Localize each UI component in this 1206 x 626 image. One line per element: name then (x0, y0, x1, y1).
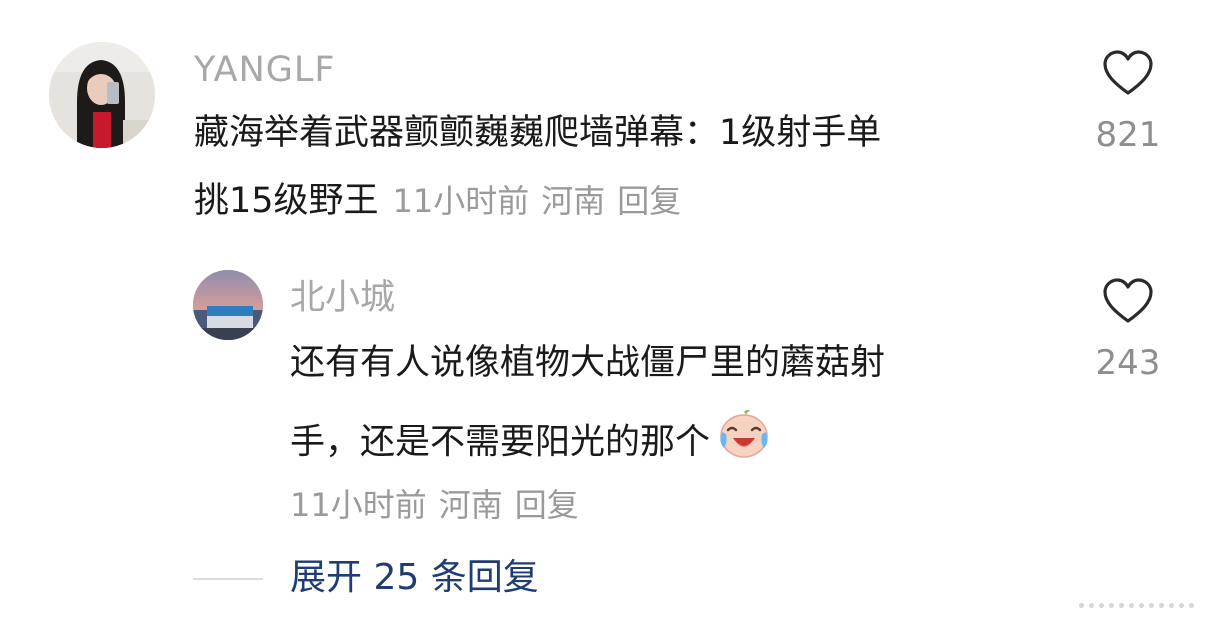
watermark-dots (1079, 603, 1194, 608)
like-button[interactable] (1102, 50, 1154, 96)
comment-text-line: 手，还是不需要阳光的那个 (290, 422, 711, 463)
like-count: 243 (1095, 343, 1161, 383)
comment-time: 11小时前 (290, 486, 427, 524)
comment-text-line: 藏海举着武器颤颤巍巍爬墙弹幕：1级射手单 (194, 113, 882, 153)
user-avatar[interactable] (49, 42, 155, 148)
laughing-tears-emoji (716, 408, 772, 467)
heart-outline-icon (1103, 50, 1153, 95)
username[interactable]: YANGLF (194, 53, 336, 88)
comment-text-line: 还有有人说像植物大战僵尸里的蘑菇射 (290, 343, 886, 383)
comment-text: 藏海举着武器颤颤巍巍爬墙弹幕：1级射手单 (194, 116, 881, 151)
like-button[interactable] (1102, 278, 1154, 324)
user-avatar[interactable] (193, 270, 263, 340)
username[interactable]: 北小城 (290, 281, 395, 316)
comment-text: 手，还是不需要阳光的那个 (290, 409, 772, 473)
heart-outline-icon (1103, 278, 1153, 323)
divider (193, 578, 263, 580)
reply-button[interactable]: 回复 (617, 182, 681, 220)
comment-text: 挑15级野王 11小时前 河南 回复 (194, 184, 693, 219)
comment-meta: 11小时前 河南 回复 (393, 182, 694, 220)
like-count: 821 (1095, 115, 1161, 155)
comment-location: 河南 (541, 182, 606, 220)
comment-meta: 11小时前 河南 回复 (290, 480, 591, 526)
reply-button[interactable]: 回复 (515, 486, 579, 524)
expand-replies-link[interactable]: 展开 25 条回复 (290, 560, 539, 596)
comment-text-line: 挑15级野王 (194, 181, 379, 221)
comment-location: 河南 (438, 486, 503, 524)
comment-text: 还有有人说像植物大战僵尸里的蘑菇射 (290, 346, 885, 381)
comment-time: 11小时前 (392, 182, 530, 220)
